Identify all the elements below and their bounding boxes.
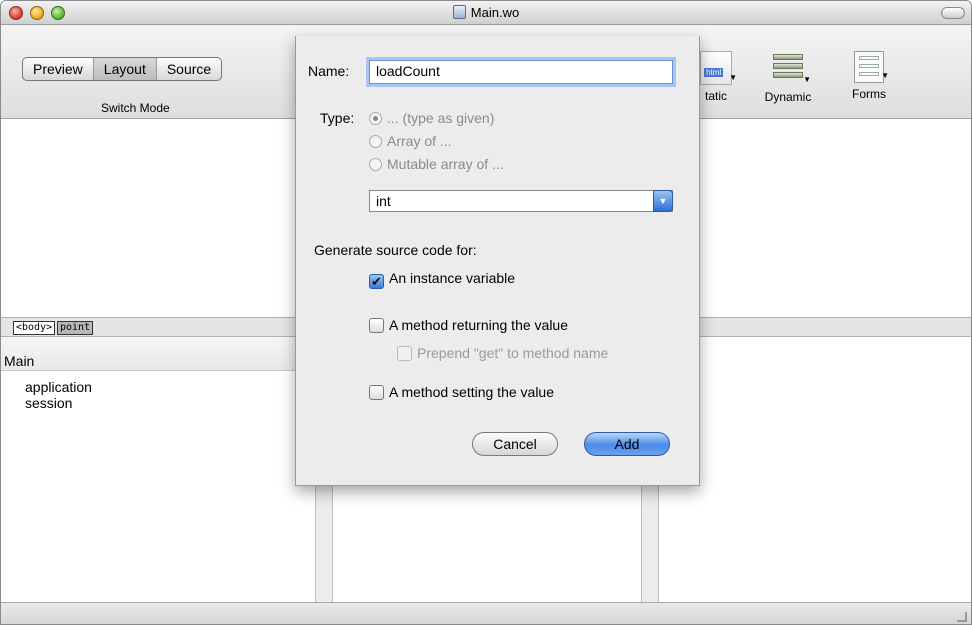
- dynamic-elements-icon: ▼: [771, 54, 811, 86]
- name-label: Name:: [308, 63, 350, 79]
- method-returning-label: A method returning the value: [389, 317, 569, 333]
- dropdown-caret-icon: ▼: [729, 73, 737, 82]
- checkmark-icon: ✔: [369, 274, 384, 289]
- status-bar: [1, 602, 971, 624]
- chevron-down-icon[interactable]: ▼: [653, 190, 673, 212]
- type-radio-as-given[interactable]: ... (type as given): [369, 110, 494, 126]
- method-setting-label: A method setting the value: [389, 384, 554, 400]
- html-file-icon: html ▼: [700, 51, 737, 85]
- cancel-button[interactable]: Cancel: [472, 432, 558, 456]
- mode-layout-button[interactable]: Layout: [93, 58, 157, 80]
- add-button[interactable]: Add: [584, 432, 670, 456]
- type-combo-box[interactable]: int ▼: [369, 190, 673, 212]
- title-bar[interactable]: Main.wo: [1, 1, 971, 25]
- mode-preview-button[interactable]: Preview: [23, 58, 94, 80]
- type-radio-array[interactable]: Array of ...: [369, 133, 452, 149]
- toolbar-dynamic-button[interactable]: ▼ Dynamic: [758, 51, 818, 104]
- radio-icon: [369, 135, 382, 148]
- mode-source-button[interactable]: Source: [157, 58, 221, 80]
- instance-variable-label: An instance variable: [389, 270, 516, 286]
- radio-icon: [369, 158, 382, 171]
- path-body-tag[interactable]: <body>: [13, 321, 56, 335]
- resize-grip-icon[interactable]: [957, 612, 967, 622]
- document-icon: [452, 5, 466, 19]
- editor-window: Main.wo Preview Layout Source Switch Mod…: [0, 0, 972, 625]
- forms-icon: ▼: [854, 51, 889, 83]
- list-item[interactable]: session: [25, 395, 92, 411]
- type-radio-mutable-array[interactable]: Mutable array of ...: [369, 156, 504, 172]
- name-input[interactable]: loadCount: [369, 60, 673, 84]
- prepend-get-checkbox[interactable]: Prepend "get" to method name: [397, 345, 608, 361]
- window-title-text: Main.wo: [470, 5, 520, 20]
- add-key-sheet: Name: loadCount Type: ... (type as given…: [295, 36, 700, 486]
- type-label: Type:: [320, 110, 355, 126]
- checkbox-icon: [397, 346, 412, 361]
- toolbar-forms-button[interactable]: ▼ Forms: [844, 51, 894, 101]
- list-item[interactable]: application: [25, 379, 92, 395]
- dropdown-caret-icon: ▼: [881, 71, 889, 80]
- toolbar-toggle-button[interactable]: [941, 7, 965, 19]
- prepend-get-label: Prepend "get" to method name: [417, 345, 609, 361]
- browser-column-title: Main: [4, 353, 35, 369]
- checkbox-icon: [369, 318, 384, 333]
- html-badge: html: [704, 68, 724, 77]
- browser-column-header: Main: [1, 337, 311, 371]
- instance-variable-checkbox[interactable]: ✔ An instance variable: [369, 270, 515, 289]
- generate-label: Generate source code for:: [314, 242, 477, 258]
- dropdown-caret-icon: ▼: [803, 75, 811, 84]
- path-point-tag[interactable]: point: [57, 321, 94, 335]
- window-title: Main.wo: [1, 5, 971, 20]
- browser-list: application session: [25, 379, 92, 411]
- type-radio-array-label: Array of ...: [387, 133, 452, 149]
- switch-mode-label: Switch Mode: [101, 101, 170, 115]
- checkbox-icon: [369, 385, 384, 400]
- method-returning-checkbox[interactable]: A method returning the value: [369, 317, 568, 333]
- switch-mode-control: Preview Layout Source: [22, 57, 223, 81]
- method-setting-checkbox[interactable]: A method setting the value: [369, 384, 554, 400]
- toolbar-dynamic-label: Dynamic: [764, 90, 812, 104]
- type-radio-as-given-label: ... (type as given): [387, 110, 495, 126]
- type-radio-mutable-array-label: Mutable array of ...: [387, 156, 504, 172]
- radio-selected-icon: [369, 112, 382, 125]
- toolbar-forms-label: Forms: [852, 87, 886, 101]
- type-combo-value: int: [376, 193, 391, 209]
